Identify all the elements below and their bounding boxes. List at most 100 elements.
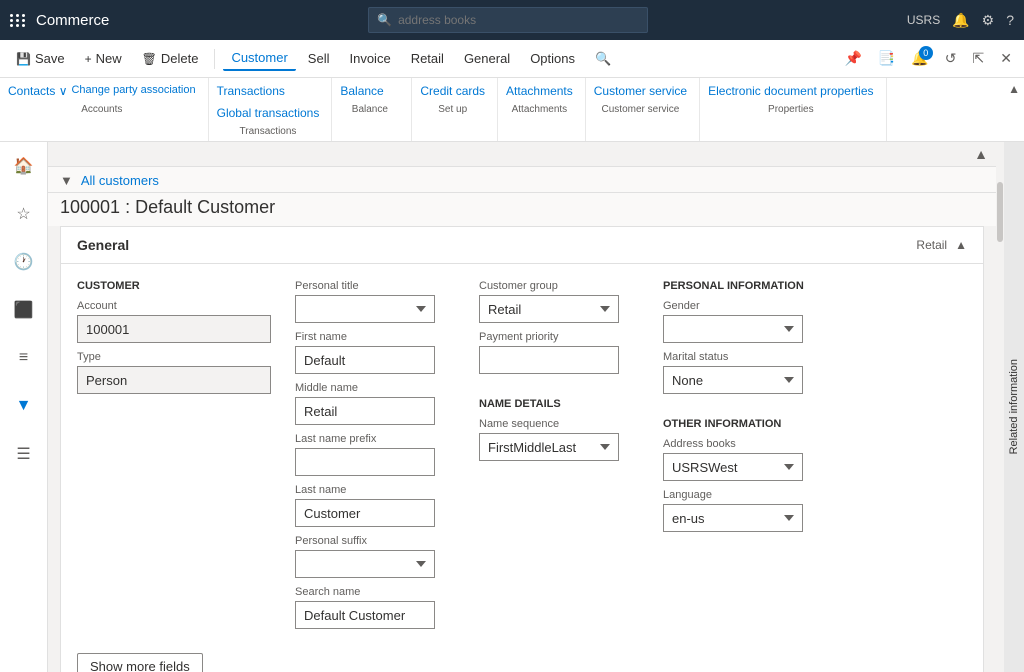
right-info-panel[interactable]: Related information	[1004, 142, 1024, 672]
customer-label: Customer	[231, 50, 287, 65]
customer-group-group: Customer group Retail	[479, 280, 639, 323]
popout-icon[interactable]: ⇱	[969, 46, 989, 71]
general-form-layout: CUSTOMER Account Type	[77, 280, 967, 629]
other-info-section: OTHER INFORMATION Address books USRSWest…	[663, 418, 863, 532]
action-bar-right: 📌 📑 🔔0 ↺ ⇱ ✕	[840, 46, 1016, 71]
language-select[interactable]: en-us	[663, 504, 803, 532]
personal-title-group: Personal title	[295, 280, 455, 323]
scroll-area[interactable]: General Retail ▲ CUSTOMER Account	[48, 226, 996, 672]
show-more-button[interactable]: Show more fields	[77, 653, 203, 672]
app-grid-icon[interactable]	[10, 14, 26, 27]
top-bar-actions: USRS 🔔 ⚙ ?	[907, 12, 1014, 29]
help-icon[interactable]: ?	[1006, 12, 1014, 28]
new-button[interactable]: + New	[77, 47, 130, 70]
accounts-items: Contacts ∨ Change party association	[8, 82, 196, 100]
payment-priority-input[interactable]	[479, 346, 619, 374]
sidebar-menu-icon[interactable]: ☰	[8, 438, 40, 470]
retail-tab[interactable]: Retail	[403, 47, 452, 70]
page-title: 100001 : Default Customer	[60, 197, 984, 218]
general-section-title: General	[77, 237, 129, 253]
ribbon-group-balance: Balance Balance	[332, 78, 412, 141]
refresh-icon[interactable]: ↺	[941, 46, 961, 71]
balance-link[interactable]: Balance	[340, 82, 383, 100]
content-area: ▲ ▼ All customers 100001 : Default Custo…	[48, 142, 996, 672]
customer-service-title: Customer service	[594, 104, 687, 115]
marital-status-select[interactable]: None	[663, 366, 803, 394]
customer-group-select[interactable]: Retail	[479, 295, 619, 323]
first-name-input[interactable]	[295, 346, 435, 374]
name-sequence-group: Name sequence FirstMiddleLast	[479, 418, 639, 461]
search-icon-action: 🔍	[595, 51, 611, 67]
personal-suffix-select[interactable]	[295, 550, 435, 578]
top-controls: ▲	[48, 142, 996, 167]
settings-icon[interactable]: ⚙	[982, 12, 995, 29]
collapse-ribbon-button[interactable]: ▲	[1008, 82, 1020, 96]
gender-select[interactable]	[663, 315, 803, 343]
bookmark-icon[interactable]: 📑	[874, 46, 899, 71]
general-card-header[interactable]: General Retail ▲	[61, 227, 983, 264]
sidebar-home-icon[interactable]: 🏠	[8, 150, 40, 182]
address-books-label: Address books	[663, 438, 863, 450]
notification-badge[interactable]: 🔔0	[907, 46, 932, 71]
bell-icon[interactable]: 🔔	[952, 12, 969, 29]
new-icon: +	[85, 52, 92, 66]
attachments-items: Attachments	[506, 82, 573, 100]
customer-service-items: Customer service	[594, 82, 687, 100]
save-button[interactable]: 💾 Save	[8, 47, 73, 70]
change-party-link[interactable]: Change party association	[71, 82, 195, 100]
search-name-input[interactable]	[295, 601, 435, 629]
gender-group: Gender	[663, 300, 863, 343]
breadcrumb-link[interactable]: All customers	[81, 173, 159, 188]
credit-cards-link[interactable]: Credit cards	[420, 82, 485, 100]
last-name-input[interactable]	[295, 499, 435, 527]
collapse-top-button[interactable]: ▲	[970, 144, 992, 164]
sell-tab[interactable]: Sell	[300, 47, 338, 70]
invoice-tab[interactable]: Invoice	[341, 47, 398, 70]
search-name-group: Search name	[295, 586, 455, 629]
name-details-section: NAME DETAILS Name sequence FirstMiddleLa…	[479, 398, 639, 461]
ribbon-collapse[interactable]: ▲	[1004, 78, 1024, 141]
sidebar-modules-icon[interactable]: ≡	[8, 342, 40, 374]
personal-suffix-group: Personal suffix	[295, 535, 455, 578]
other-info-title: OTHER INFORMATION	[663, 418, 863, 430]
type-input[interactable]	[77, 366, 271, 394]
middle-name-input[interactable]	[295, 397, 435, 425]
transactions-link[interactable]: Transactions	[217, 82, 320, 100]
account-input[interactable]	[77, 315, 271, 343]
pin-icon[interactable]: 📌	[840, 46, 865, 71]
address-books-select[interactable]: USRSWest	[663, 453, 803, 481]
transactions-items: Transactions Global transactions	[217, 82, 320, 122]
address-books-group: Address books USRSWest	[663, 438, 863, 481]
sidebar-favorites-icon[interactable]: ☆	[8, 198, 40, 230]
show-more-container: Show more fields	[77, 645, 967, 672]
personal-title-select[interactable]	[295, 295, 435, 323]
marital-status-group: Marital status None	[663, 351, 863, 394]
sidebar-filter-icon[interactable]: ▼	[8, 390, 40, 422]
last-name-prefix-input[interactable]	[295, 448, 435, 476]
name-details-title: NAME DETAILS	[479, 398, 639, 410]
name-sequence-label: Name sequence	[479, 418, 639, 430]
search-button[interactable]: 🔍	[587, 47, 619, 71]
electronic-doc-link[interactable]: Electronic document properties	[708, 82, 873, 100]
name-sequence-select[interactable]: FirstMiddleLast	[479, 433, 619, 461]
sidebar-workspaces-icon[interactable]: ⬛	[8, 294, 40, 326]
customer-service-link[interactable]: Customer service	[594, 82, 687, 100]
general-tab[interactable]: General	[456, 47, 518, 70]
close-icon[interactable]: ✕	[996, 46, 1016, 71]
global-search-bar[interactable]: 🔍	[368, 7, 648, 33]
global-transactions-link[interactable]: Global transactions	[217, 104, 320, 122]
properties-items: Electronic document properties	[708, 82, 873, 100]
delete-button[interactable]: 🗑 Delete	[134, 47, 207, 70]
related-information-label: Related information	[1008, 359, 1020, 454]
attachments-link[interactable]: Attachments	[506, 82, 573, 100]
account-label: Account	[77, 300, 271, 312]
options-tab[interactable]: Options	[522, 47, 583, 70]
sidebar-recent-icon[interactable]: 🕐	[8, 246, 40, 278]
filter-icon[interactable]: ▼	[60, 173, 73, 188]
contacts-link[interactable]: Contacts ∨	[8, 82, 67, 100]
customer-tab[interactable]: Customer	[223, 46, 295, 71]
vertical-scrollbar[interactable]	[996, 142, 1004, 672]
last-name-group: Last name	[295, 484, 455, 527]
separator	[214, 49, 215, 69]
global-search-input[interactable]	[398, 13, 639, 27]
